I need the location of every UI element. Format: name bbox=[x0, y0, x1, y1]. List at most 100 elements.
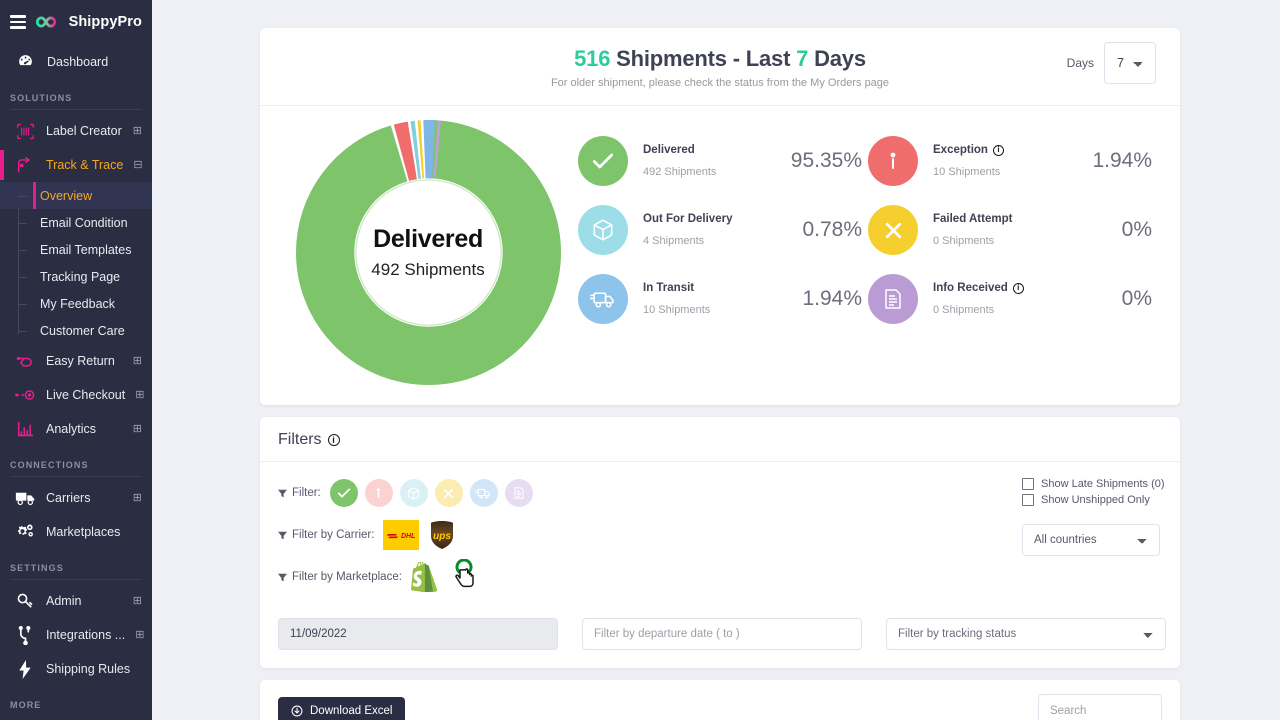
dhl-logo[interactable]: DHL bbox=[383, 520, 420, 550]
download-excel-button[interactable]: Download Excel bbox=[278, 696, 406, 720]
infinity-icon bbox=[35, 16, 56, 28]
sidebar-section-connections: CONNECTIONS bbox=[10, 460, 89, 470]
sidebar-section-solutions: SOLUTIONS bbox=[10, 93, 73, 103]
expand-icon[interactable]: ⊞ bbox=[133, 423, 142, 435]
status-chip-group bbox=[329, 479, 533, 507]
funnel-icon bbox=[278, 573, 287, 581]
main-content: 516 Shipments - Last 7 Days For older sh… bbox=[152, 0, 1280, 720]
statistics-column-left: Delivered 492 Shipments 95.35% Out For D… bbox=[578, 128, 868, 385]
package-icon bbox=[578, 205, 628, 255]
sidebar-item-live-checkout[interactable]: Live Checkout ⊞ bbox=[0, 378, 152, 412]
sidebar-item-label: Dashboard bbox=[47, 54, 109, 69]
stat-percent: 0% bbox=[1121, 218, 1152, 241]
ups-logo[interactable]: ups bbox=[429, 520, 455, 550]
sidebar-item-overview[interactable]: Overview bbox=[0, 182, 152, 209]
sidebar-item-email-condition[interactable]: Email Condition bbox=[0, 209, 152, 236]
departure-date-to-input[interactable] bbox=[582, 618, 862, 650]
stat-percent: 1.94% bbox=[1092, 149, 1152, 172]
sidebar-item-dashboard[interactable]: Dashboard bbox=[0, 44, 152, 79]
status-chip-delivered[interactable] bbox=[329, 479, 358, 507]
sidebar-item-label-creator[interactable]: Label Creator ⊞ bbox=[0, 114, 152, 148]
stat-label: In Transit bbox=[643, 282, 695, 294]
sidebar-item-label: Analytics bbox=[46, 422, 97, 436]
departure-date-from-input[interactable] bbox=[278, 618, 558, 650]
stat-failed-attempt: Failed Attempt 0 Shipments 0% bbox=[868, 205, 1158, 255]
expand-icon[interactable]: ⊞ bbox=[133, 595, 142, 607]
key-icon bbox=[14, 591, 36, 611]
expand-icon[interactable]: ⊞ bbox=[133, 355, 142, 367]
info-icon[interactable]: i bbox=[992, 144, 1004, 156]
shopify-logo[interactable] bbox=[410, 562, 437, 592]
status-chip-in-transit[interactable] bbox=[469, 479, 498, 507]
expand-icon[interactable]: ⊞ bbox=[133, 125, 142, 137]
truck-icon bbox=[475, 488, 491, 498]
truck-icon bbox=[578, 274, 628, 324]
sidebar-item-customer-care[interactable]: Customer Care bbox=[0, 317, 152, 344]
stat-count: 10 Shipments bbox=[643, 304, 711, 316]
sidebar-section-settings: SETTINGS bbox=[10, 563, 64, 573]
truck-icon bbox=[14, 488, 36, 508]
check-circle-icon bbox=[578, 136, 628, 186]
days-label: Days bbox=[1066, 56, 1094, 70]
filters-header: Filters i bbox=[260, 417, 1180, 462]
checkbox-box[interactable] bbox=[1022, 494, 1034, 506]
stat-count: 10 Shipments bbox=[933, 166, 1001, 178]
sidebar-item-admin[interactable]: Admin ⊞ bbox=[0, 584, 152, 618]
stat-count: 492 Shipments bbox=[643, 166, 717, 178]
info-icon[interactable]: i bbox=[327, 434, 340, 446]
stat-count: 0 Shipments bbox=[933, 304, 995, 316]
overview-card: 516 Shipments - Last 7 Days For older sh… bbox=[260, 28, 1180, 405]
checkbox-box[interactable] bbox=[1022, 478, 1034, 490]
tracking-status-select[interactable]: Filter by tracking status bbox=[886, 618, 1166, 650]
expand-icon[interactable]: ⊞ bbox=[133, 492, 142, 504]
hamburger-icon[interactable] bbox=[10, 15, 26, 29]
sidebar-item-analytics[interactable]: Analytics ⊞ bbox=[0, 412, 152, 446]
stat-percent: 0.78% bbox=[802, 218, 862, 241]
sidebar-item-track-and-trace[interactable]: Track & Trace ⊟ bbox=[0, 148, 152, 182]
search-input[interactable] bbox=[1038, 694, 1162, 720]
sidebar-item-label: Track & Trace bbox=[46, 158, 124, 172]
sidebar-item-marketplaces[interactable]: Marketplaces bbox=[0, 515, 152, 549]
days-selector-group: Days 7 bbox=[1067, 42, 1156, 84]
filter-marketplace-label: Filter by Marketplace: bbox=[278, 571, 402, 583]
status-chip-out-for-delivery[interactable] bbox=[399, 479, 428, 507]
checkbox-label: Show Late Shipments (0) bbox=[1041, 478, 1165, 490]
filter-carrier-label: Filter by Carrier: bbox=[278, 529, 374, 541]
sidebar-item-email-templates[interactable]: Email Templates bbox=[0, 236, 152, 263]
title-mid: Shipments - Last bbox=[610, 46, 797, 71]
sidebar-item-easy-return[interactable]: Easy Return ⊞ bbox=[0, 344, 152, 378]
sidebar-item-carriers[interactable]: Carriers ⊞ bbox=[0, 481, 152, 515]
status-chip-exception[interactable] bbox=[364, 479, 393, 507]
days-select[interactable]: 7 bbox=[1104, 42, 1156, 84]
sidebar-item-shipping-rules[interactable]: Shipping Rules bbox=[0, 652, 152, 686]
sidebar-item-integrations[interactable]: Integrations ... ⊞ bbox=[0, 618, 152, 652]
sidebar-item-my-feedback[interactable]: My Feedback bbox=[0, 290, 152, 317]
sidebar-item-label: Easy Return bbox=[46, 354, 115, 368]
filter-marketplace-row: Filter by Marketplace: bbox=[278, 558, 1162, 592]
expand-icon[interactable]: ⊞ bbox=[135, 629, 144, 641]
sidebar-item-label: Marketplaces bbox=[46, 525, 121, 539]
info-icon[interactable]: i bbox=[1012, 282, 1024, 294]
filters-body: Filter: Filter by Carrier: DHL ups Filte… bbox=[260, 462, 1180, 608]
bar-chart-icon bbox=[14, 419, 36, 439]
bolt-icon bbox=[14, 659, 36, 679]
stat-label: Failed Attempt bbox=[933, 213, 1013, 225]
tracking-arrow-icon bbox=[14, 155, 36, 175]
sidebar-item-tracking-page[interactable]: Tracking Page bbox=[0, 263, 152, 290]
stat-count: 4 Shipments bbox=[643, 235, 705, 247]
statistics-column-right: Exception i 10 Shipments 1.94% Failed At… bbox=[868, 128, 1158, 385]
status-chip-failed-attempt[interactable] bbox=[434, 479, 463, 507]
show-unshipped-only-checkbox[interactable]: Show Unshipped Only bbox=[1022, 494, 1162, 506]
status-chip-info-received[interactable] bbox=[504, 479, 533, 507]
funnel-icon bbox=[278, 531, 287, 539]
expand-icon[interactable]: ⊞ bbox=[135, 389, 144, 401]
show-late-shipments-checkbox[interactable]: Show Late Shipments (0) bbox=[1022, 478, 1165, 490]
stat-label: Delivered bbox=[643, 144, 695, 156]
check-icon bbox=[337, 488, 350, 498]
brand-name: ShippyPro bbox=[68, 14, 142, 30]
collapse-icon[interactable]: ⊟ bbox=[133, 159, 142, 171]
table-toolbar: Download Excel bbox=[260, 680, 1180, 720]
sidebar-section-more: MORE bbox=[10, 700, 42, 710]
barcode-icon bbox=[14, 121, 36, 141]
country-select[interactable]: All countries bbox=[1022, 524, 1160, 556]
